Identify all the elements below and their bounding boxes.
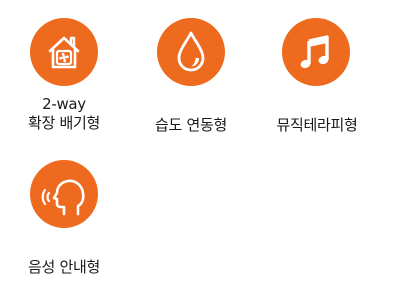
house-fan-icon — [30, 18, 98, 86]
feature-label-line: 음성 안내형 — [28, 258, 100, 276]
feature-label: 뮤직테라피형 — [262, 116, 372, 135]
feature-label: 습도 연동형 — [140, 116, 242, 135]
feature-label-line: 습도 연동형 — [155, 116, 227, 134]
voice-guide-icon — [30, 160, 98, 228]
feature-label-line: 확장 배기형 — [28, 114, 100, 132]
music-note-icon — [282, 18, 350, 86]
feature-label-line: 2-way — [42, 95, 86, 113]
feature-label-line: 뮤직테라피형 — [276, 116, 358, 134]
feature-label: 음성 안내형 — [14, 258, 114, 277]
water-drop-icon — [157, 18, 225, 86]
feature-label: 2-way 확장 배기형 — [14, 95, 114, 133]
